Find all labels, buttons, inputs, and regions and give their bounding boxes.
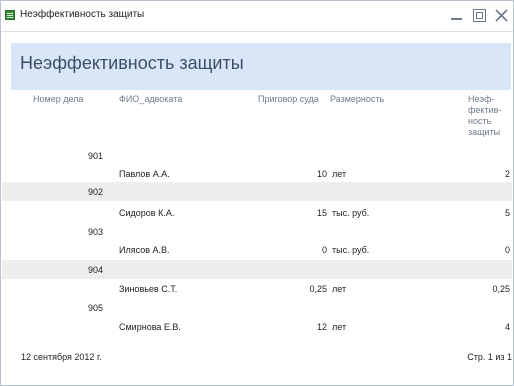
unit-value: лет	[332, 284, 347, 294]
ineffectiveness-value: 2	[504, 169, 510, 179]
case-number: 902	[87, 187, 103, 197]
minimize-button[interactable]	[449, 8, 464, 23]
lawyer-name: Илясов А.В.	[119, 245, 170, 255]
ineffectiveness-value: 5	[504, 208, 510, 218]
ineffectiveness-value: 4	[504, 322, 510, 332]
close-button[interactable]	[494, 8, 509, 23]
close-icon	[495, 9, 508, 22]
lawyer-name: Смирнова Е.В.	[119, 322, 181, 332]
restore-icon	[473, 9, 486, 22]
page-number: Стр. 1 из 1	[467, 352, 512, 362]
column-header-unit: Размерность	[330, 94, 385, 104]
title-bar[interactable]: Неэффективность защиты	[1, 1, 513, 32]
case-number: 904	[87, 265, 103, 275]
column-header-sentence: Приговор суда	[258, 94, 319, 104]
lawyer-name: Павлов А.А.	[119, 169, 170, 179]
minimize-icon	[451, 18, 462, 20]
column-header-lawyer: ФИО_адвоката	[119, 94, 183, 104]
sentence-value: 10	[316, 169, 327, 179]
column-header-ineffectiveness: Неэф- фектив- ность защиты	[468, 94, 502, 137]
report-date: 12 сентября 2012 г.	[21, 352, 102, 362]
report-header-band: Неэффективность защиты	[11, 43, 511, 90]
access-report-icon	[5, 10, 15, 20]
unit-value: лет	[332, 322, 347, 332]
case-number: 903	[87, 227, 103, 237]
case-number: 901	[87, 151, 103, 161]
ineffectiveness-value: 0,25	[492, 284, 510, 294]
report-window: Неэффективность защиты Неэффективность з…	[0, 0, 514, 386]
sentence-value: 15	[316, 208, 327, 218]
unit-value: лет	[332, 169, 347, 179]
lawyer-name: Зиновьев С.Т.	[119, 284, 178, 294]
maximize-button[interactable]	[472, 8, 487, 23]
column-header-case-number: Номер дела	[33, 94, 84, 104]
case-number: 905	[87, 303, 103, 313]
ineffectiveness-value: 0	[504, 245, 510, 255]
lawyer-name: Сидоров К.А.	[119, 208, 175, 218]
unit-value: тыс. руб.	[332, 208, 370, 218]
report-body: Неэффективность защиты Номер дела ФИО_ад…	[2, 32, 512, 384]
report-title: Неэффективность защиты	[20, 53, 244, 73]
window-title: Неэффективность защиты	[20, 9, 145, 20]
sentence-value: 12	[316, 322, 327, 332]
sentence-value: 0	[321, 245, 327, 255]
unit-value: тыс. руб.	[332, 245, 370, 255]
sentence-value: 0,25	[309, 284, 327, 294]
